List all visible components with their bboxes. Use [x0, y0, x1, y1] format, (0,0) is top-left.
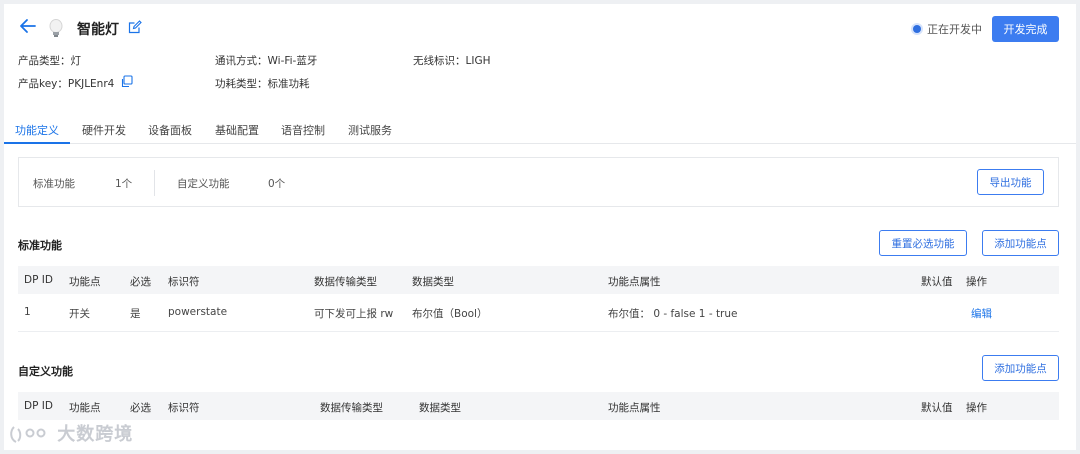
add-standard-dp-button[interactable]: 添加功能点	[982, 230, 1059, 256]
edit-dp-link[interactable]: 编辑	[971, 306, 992, 321]
comm-method: 通讯方式：Wi-Fi-蓝牙	[215, 55, 318, 67]
col-identifier: 标识符	[168, 402, 200, 414]
col-function: 功能点	[69, 276, 101, 288]
col-dp-id: DP ID	[24, 274, 53, 286]
col-data-type: 数据类型	[412, 276, 454, 288]
reset-required-button[interactable]: 重置必选功能	[879, 230, 967, 256]
cell-function: 开关	[69, 308, 90, 320]
lightbulb-icon	[48, 18, 64, 40]
summary-divider	[154, 170, 155, 196]
product-key: 产品key：PKJLEnr4	[18, 78, 115, 90]
col-transfer-type: 数据传输类型	[314, 276, 377, 288]
dev-status: 正在开发中	[927, 23, 982, 36]
tab-hardware-dev[interactable]: 硬件开发	[82, 122, 126, 138]
add-custom-dp-button[interactable]: 添加功能点	[982, 355, 1059, 381]
col-actions: 操作	[966, 402, 987, 414]
tab-voice-control[interactable]: 语音控制	[281, 122, 325, 138]
cell-data-type: 布尔值（Bool）	[412, 308, 488, 320]
product-type: 产品类型：灯	[18, 55, 81, 67]
cell-attributes: 布尔值： 0 - false 1 - true	[608, 308, 738, 320]
col-dp-id: DP ID	[24, 400, 53, 412]
complete-dev-button[interactable]: 开发完成	[992, 16, 1059, 42]
col-transfer-type: 数据传输类型	[320, 402, 383, 414]
product-page: 智能灯 正在开发中 开发完成 产品类型：灯 通讯方式：Wi-Fi-蓝牙 无线标识…	[4, 4, 1076, 450]
tab-bar: 功能定义 硬件开发 设备面板 基础配置 语音控制 测试服务	[4, 116, 1076, 144]
col-actions: 操作	[966, 276, 987, 288]
cell-transfer-type: 可下发可上报 rw	[314, 308, 394, 320]
cell-dp-id: 1	[24, 306, 31, 318]
edit-icon[interactable]	[128, 20, 142, 34]
table-row: 1 开关 是 powerstate 可下发可上报 rw 布尔值（Bool） 布尔…	[18, 294, 1059, 332]
tab-device-panel[interactable]: 设备面板	[148, 122, 192, 138]
custom-count: 0个	[268, 178, 286, 190]
col-required: 必选	[130, 276, 151, 288]
standard-count: 1个	[115, 178, 133, 190]
standard-section-title: 标准功能	[18, 239, 62, 252]
col-default: 默认值	[921, 402, 953, 414]
export-functions-button[interactable]: 导出功能	[977, 169, 1044, 195]
power-type: 功耗类型：标准功耗	[215, 78, 310, 90]
col-attributes: 功能点属性	[608, 402, 661, 414]
active-tab-indicator	[4, 142, 70, 144]
custom-count-label: 自定义功能	[177, 178, 230, 190]
watermark-logo: 大数跨境	[8, 420, 133, 446]
watermark-text: 大数跨境	[57, 424, 134, 445]
custom-table-header: DP ID 功能点 必选 标识符 数据传输类型 数据类型 功能点属性 默认值 操…	[18, 392, 1059, 420]
tab-function-definition[interactable]: 功能定义	[15, 122, 59, 138]
back-arrow-icon[interactable]	[18, 16, 40, 38]
tab-basic-config[interactable]: 基础配置	[215, 122, 259, 138]
col-required: 必选	[130, 402, 151, 414]
col-attributes: 功能点属性	[608, 276, 661, 288]
col-function: 功能点	[69, 402, 101, 414]
function-summary: 标准功能 1个 自定义功能 0个 导出功能	[18, 157, 1059, 207]
col-data-type: 数据类型	[419, 402, 461, 414]
standard-count-label: 标准功能	[33, 178, 75, 190]
col-identifier: 标识符	[168, 276, 200, 288]
custom-section-title: 自定义功能	[18, 365, 73, 378]
tab-test-service[interactable]: 测试服务	[348, 122, 392, 138]
standard-table-header: DP ID 功能点 必选 标识符 数据传输类型 数据类型 功能点属性 默认值 操…	[18, 266, 1059, 294]
copy-icon[interactable]	[120, 75, 133, 88]
cell-required: 是	[130, 308, 141, 320]
col-default: 默认值	[921, 276, 953, 288]
wireless-id: 无线标识：LIGH	[413, 55, 491, 67]
cell-identifier: powerstate	[168, 306, 228, 318]
page-title: 智能灯	[77, 22, 119, 38]
status-dot	[913, 25, 921, 33]
